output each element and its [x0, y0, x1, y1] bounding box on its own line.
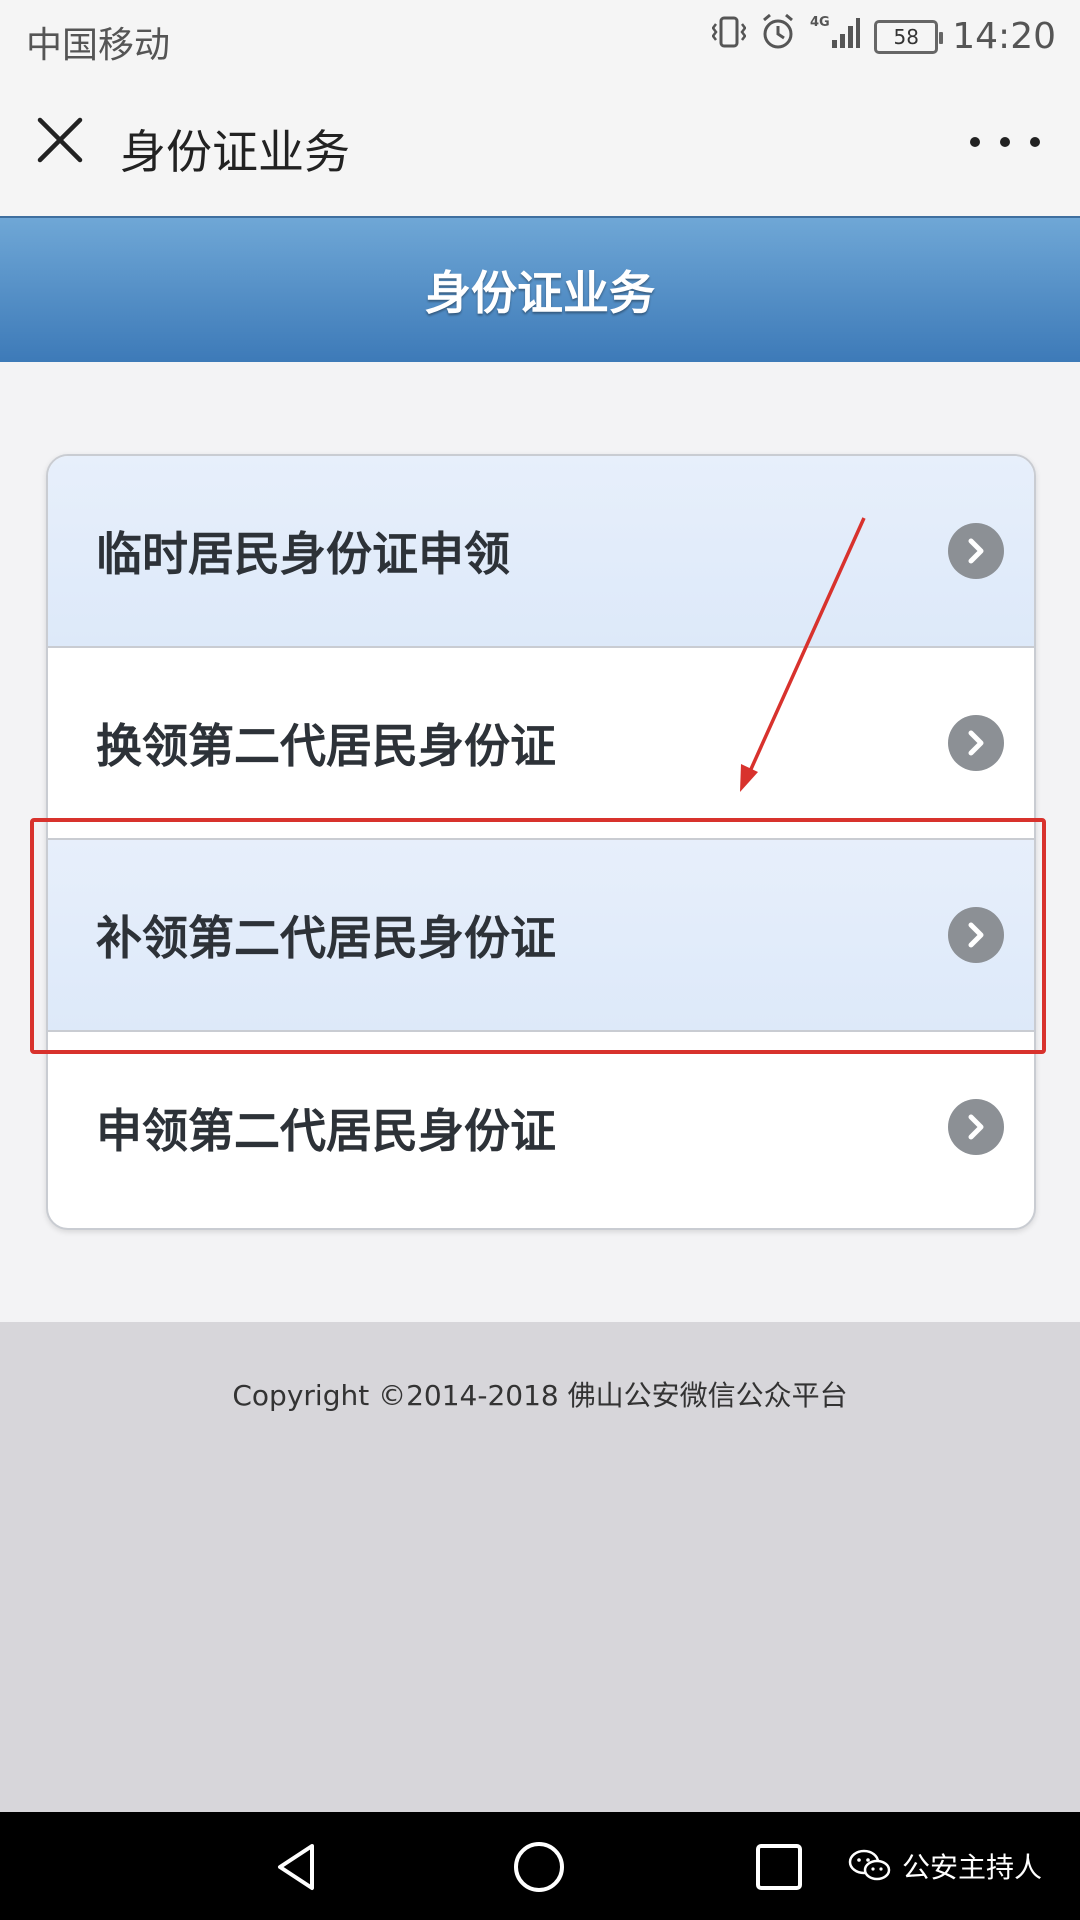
watermark: 公安主持人 [848, 1846, 1042, 1886]
menu-item-renew-id[interactable]: 换领第二代居民身份证 [48, 648, 1034, 840]
vibrate-icon [711, 12, 747, 61]
page-title: 身份证业务 [120, 125, 350, 179]
app-header: 身份证业务 [0, 72, 1080, 217]
navigation-bar: 公安主持人 [0, 1812, 1080, 1920]
status-bar: 中国移动 4G 58 14:20 [0, 0, 1080, 72]
signal-icon: 4G [810, 12, 861, 61]
carrier-name: 中国移动 [26, 25, 171, 66]
close-icon [37, 117, 83, 163]
recents-square-icon [756, 1844, 802, 1890]
wechat-icon [848, 1849, 891, 1881]
banner-title: 身份证业务 [425, 266, 655, 320]
chevron-right-icon [948, 715, 1004, 771]
status-icons: 4G 58 14:20 [711, 12, 1056, 61]
page-footer: Copyright ©2014-2018 佛山公安微信公众平台 [0, 1322, 1080, 1812]
more-dot-icon [1030, 137, 1040, 147]
home-nav-button[interactable] [512, 1840, 566, 1894]
menu-item-temporary-id[interactable]: 临时居民身份证申领 [48, 456, 1034, 648]
screen: 中国移动 4G 58 14:20 身份证业务 身份证业务 临时居民身份证申领 换… [0, 0, 1080, 1920]
network-type-label: 4G [810, 15, 830, 30]
back-nav-button[interactable] [270, 1840, 324, 1894]
status-time: 14:20 [952, 16, 1056, 57]
battery-indicator: 58 [874, 19, 944, 54]
page-banner: 身份证业务 [0, 216, 1080, 364]
more-dot-icon [1000, 137, 1010, 147]
home-circle-icon [514, 1842, 564, 1892]
copyright-text: Copyright ©2014-2018 佛山公安微信公众平台 [232, 1379, 848, 1412]
chevron-right-icon [948, 1099, 1004, 1155]
chevron-right-icon [948, 523, 1004, 579]
menu-item-label: 临时居民身份证申领 [96, 527, 510, 581]
back-triangle-icon [278, 1844, 314, 1890]
recents-nav-button[interactable] [752, 1840, 806, 1894]
more-dot-icon [970, 137, 980, 147]
annotation-highlight-box [30, 818, 1046, 1054]
watermark-text: 公安主持人 [901, 1851, 1042, 1884]
menu-item-label: 申领第二代居民身份证 [96, 1104, 556, 1158]
alarm-icon [760, 12, 796, 61]
menu-item-apply-id[interactable]: 申领第二代居民身份证 [48, 1032, 1034, 1224]
menu-item-label: 换领第二代居民身份证 [96, 719, 556, 773]
more-options-button[interactable] [970, 122, 1040, 162]
close-button[interactable] [30, 110, 90, 170]
